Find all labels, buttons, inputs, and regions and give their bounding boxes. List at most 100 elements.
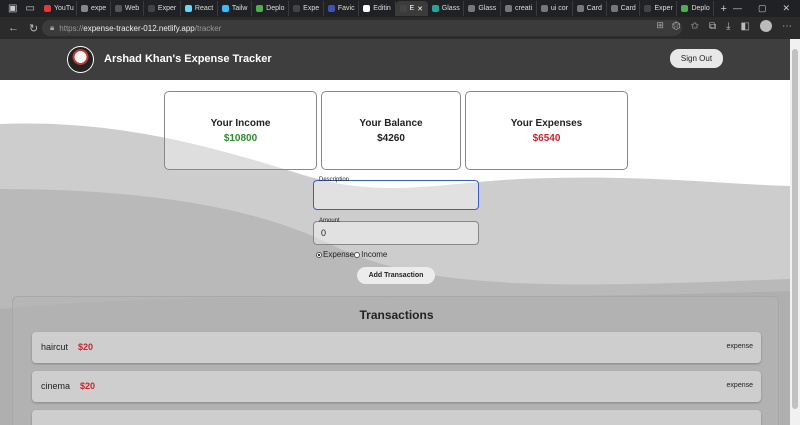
page-content: Arshad Khan's Expense Tracker Sign Out Y… <box>0 39 790 425</box>
page-scrollbar[interactable] <box>790 39 800 425</box>
scrollbar-thumb[interactable] <box>792 49 798 409</box>
browser-tab[interactable]: Deplo <box>677 1 715 16</box>
profile-avatar[interactable] <box>760 20 772 32</box>
tab-favicon-icon <box>147 5 155 12</box>
transaction-item-partial[interactable] <box>32 410 761 425</box>
tab-favicon-icon <box>363 5 371 12</box>
app-icon[interactable]: ⊞ <box>656 20 664 31</box>
tab-label: Favic <box>337 5 355 12</box>
browser-tab[interactable]: Glass <box>464 1 502 16</box>
browser-tab-active[interactable]: E ✕ <box>395 1 428 16</box>
tab-favicon-icon <box>221 5 229 12</box>
maximize-icon[interactable]: ▢ <box>758 3 767 14</box>
app-title: Arshad Khan's Expense Tracker <box>104 53 272 65</box>
tab-label: ui cor <box>550 5 568 12</box>
browser-tab[interactable]: Tailw <box>218 1 253 16</box>
browser-tab[interactable]: Exper <box>640 1 678 16</box>
extensions-icon[interactable]: ⬡ <box>672 21 681 32</box>
profile-menu-icon[interactable]: ▣ <box>8 3 17 14</box>
browser-tab[interactable]: YouTu <box>40 1 77 16</box>
address-bar-row: ← ↻ 🔒︎ https:// expense-tracker-012.netl… <box>0 17 800 39</box>
transaction-amount: $20 <box>80 381 96 391</box>
tab-favicon-icon <box>540 5 548 12</box>
download-icon[interactable]: ⤓ <box>726 21 730 32</box>
close-icon[interactable]: ✕ <box>782 3 790 14</box>
transaction-item[interactable]: cinema $20 expense <box>32 371 761 402</box>
tab-actions-icon[interactable]: ▭ <box>25 3 34 14</box>
url-field[interactable]: 🔒︎ https:// expense-tracker-012.netlify.… <box>42 20 682 36</box>
description-input[interactable] <box>314 181 478 209</box>
minimize-icon[interactable]: — <box>733 3 742 14</box>
sign-out-button[interactable]: Sign Out <box>670 49 723 68</box>
browser-tab[interactable]: Exper <box>144 1 181 16</box>
tab-close-icon[interactable]: ✕ <box>417 5 423 13</box>
tab-label: expe <box>91 5 107 12</box>
browser-tab[interactable]: expe <box>77 1 111 16</box>
tab-label: Card <box>586 5 602 12</box>
transaction-item[interactable]: haircut $20 expense <box>32 332 761 363</box>
tab-label: Exper <box>157 5 177 12</box>
income-label: Your Income <box>210 118 271 129</box>
collections-icon[interactable]: ⧉ <box>709 21 716 32</box>
tab-label: Editin <box>373 5 391 12</box>
tab-favicon-icon <box>644 5 652 12</box>
browser-tab[interactable]: Glass <box>428 1 465 16</box>
description-label: Description <box>319 177 350 183</box>
url-path: /tracker <box>194 23 222 33</box>
toolbar-icons: ⬡ ✩ ⧉ ⤓ ◧ ⋯ <box>672 20 792 32</box>
expenses-card: Your Expenses $6540 <box>465 91 628 170</box>
transactions-title: Transactions <box>359 308 434 322</box>
tab-label: Glass <box>478 5 497 12</box>
browser-tab[interactable]: Web <box>111 1 144 16</box>
browser-tab[interactable]: Expe <box>289 1 324 16</box>
browser-tab[interactable]: React <box>181 1 218 16</box>
income-card: Your Income $10800 <box>164 91 317 170</box>
add-transaction-button[interactable]: Add Transaction <box>357 267 435 284</box>
url-host: expense-tracker-012.netlify.app <box>83 23 195 33</box>
browser-tab[interactable]: Editin <box>359 1 396 16</box>
amount-field[interactable]: Amount <box>313 218 479 245</box>
browser-tab[interactable]: creati <box>501 1 537 16</box>
tab-label: Tailw <box>231 5 248 12</box>
new-tab-button[interactable]: + <box>715 3 733 15</box>
back-icon[interactable]: ← <box>8 22 19 35</box>
browser-tab[interactable]: ui cor <box>537 1 573 16</box>
app-header: Arshad Khan's Expense Tracker Sign Out <box>0 39 790 80</box>
transaction-type: expense <box>726 382 753 389</box>
transaction-name: haircut <box>41 342 69 352</box>
tab-label: E <box>409 5 415 12</box>
amount-input[interactable] <box>314 222 478 244</box>
browser-tabs: YouTu expe Web Exper React Tailw Deplo Expe Favi… <box>40 0 715 17</box>
tab-favicon-icon <box>114 5 122 12</box>
browser-tab[interactable]: Deplo <box>252 1 290 16</box>
browser-tab[interactable]: Card <box>573 1 607 16</box>
window-system-icons: ▣ ▭ <box>0 3 40 14</box>
tab-favicon-icon <box>327 5 335 12</box>
income-radio[interactable] <box>354 251 361 258</box>
window-controls: — ▢ ✕ <box>733 3 800 14</box>
browser-tab[interactable]: Card <box>607 1 641 16</box>
url-scheme: https:// <box>59 23 84 33</box>
browser-tab[interactable]: Favic <box>324 1 360 16</box>
tab-label: Deplo <box>691 5 710 12</box>
tab-favicon-icon <box>293 5 301 12</box>
copilot-icon[interactable]: ◧ <box>741 21 750 32</box>
tab-favicon-icon <box>399 5 407 12</box>
more-icon[interactable]: ⋯ <box>782 21 792 32</box>
tab-label: creati <box>515 5 533 12</box>
tab-favicon-icon <box>468 5 476 12</box>
tab-favicon-icon <box>81 5 88 12</box>
tab-favicon-icon <box>44 5 51 12</box>
balance-value: $4260 <box>377 133 405 144</box>
transaction-type-group: Expense Income <box>316 250 387 259</box>
expense-radio[interactable] <box>316 251 322 258</box>
tab-favicon-icon <box>681 5 689 12</box>
amount-label: Amount <box>319 218 340 224</box>
income-value: $10800 <box>223 133 258 144</box>
tab-favicon-icon <box>431 5 439 12</box>
description-field[interactable]: Description <box>313 177 479 210</box>
refresh-icon[interactable]: ↻ <box>29 22 38 35</box>
tab-favicon-icon <box>184 5 192 12</box>
favorites-icon[interactable]: ✩ <box>691 21 699 32</box>
balance-label: Your Balance <box>359 118 423 129</box>
